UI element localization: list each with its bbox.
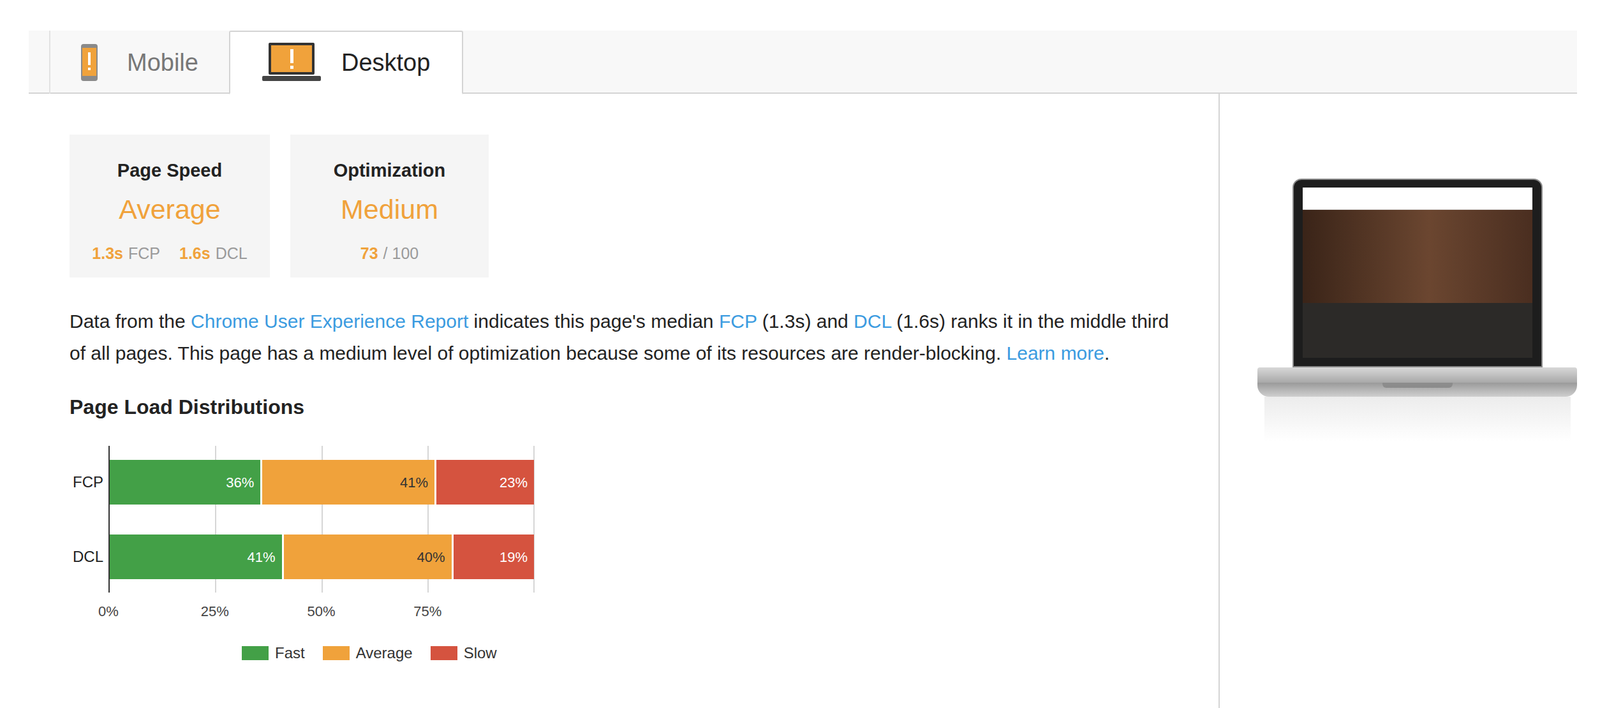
tab[interactable]: Mobile — [49, 30, 230, 94]
metric: 1.3sFCP — [91, 243, 161, 263]
metric-value: 1.6s — [179, 243, 211, 263]
summary-segment: (1.3s) and — [756, 310, 854, 332]
legend-swatch — [430, 646, 458, 661]
legend-label: Fast — [274, 644, 305, 663]
row-label: FCP — [72, 470, 104, 494]
bar-segment: 41% — [109, 534, 284, 580]
tab-label: Mobile — [126, 47, 199, 78]
phone-icon — [81, 44, 98, 82]
legend-item: Fast — [241, 644, 305, 663]
bar-segment: 19% — [453, 534, 534, 580]
metric-label: DCL — [215, 243, 248, 263]
summary-link[interactable]: DCL — [853, 310, 892, 332]
summary-segment: Data from the — [69, 310, 191, 332]
summary-segment: . — [1104, 342, 1110, 364]
summary-link[interactable]: FCP — [718, 310, 757, 332]
laptop-icon — [262, 42, 321, 83]
tab-bar: Mobile Desktop — [28, 30, 1578, 94]
segment-label: 36% — [225, 472, 254, 494]
legend-item: Slow — [430, 644, 497, 663]
segment-label: 41% — [247, 546, 276, 568]
card-title: Optimization — [333, 160, 446, 181]
bar-segment: 23% — [436, 459, 534, 505]
metric: 1.6sDCL — [179, 243, 248, 263]
page-thumbnail — [1302, 187, 1533, 358]
summary-link[interactable]: Learn more — [1006, 342, 1105, 364]
bar-segment: 40% — [283, 534, 454, 580]
summary-segment: indicates this page's median — [468, 310, 719, 332]
bar-segment: 41% — [262, 459, 437, 505]
legend-label: Average — [355, 644, 413, 663]
report-panel: Page SpeedAverage1.3sFCP1.6sDCLOptimizat… — [28, 93, 1220, 708]
legend-swatch — [241, 646, 269, 661]
legend-label: Slow — [463, 644, 497, 663]
row-label: DCL — [72, 545, 104, 569]
summary-link[interactable]: Chrome User Experience Report — [190, 310, 469, 332]
tick-label: 75% — [413, 602, 442, 621]
distribution-bar: 36% 41% 23% — [109, 459, 534, 505]
distribution-bar: 41% 40% 19% — [109, 534, 534, 580]
tick-label: 0% — [98, 602, 119, 621]
tab[interactable]: Desktop — [229, 30, 464, 95]
bar-segment: 36% — [109, 459, 263, 505]
segment-label: 40% — [417, 546, 446, 568]
card-rating: Average — [118, 193, 221, 226]
summary-text: Data from the Chrome User Experience Rep… — [69, 305, 1183, 370]
metric-label: FCP — [128, 243, 161, 263]
distribution-chart: FCP DCL 36% 41% 23% 41% 40% 19% 0% 25% 50% 75% Fa… — [69, 445, 1183, 663]
tick-label: 25% — [200, 602, 230, 621]
metric: 73/ 100 — [360, 243, 419, 263]
chart-title: Page Load Distributions — [69, 394, 1183, 420]
tab-label: Desktop — [341, 47, 430, 78]
laptop-preview — [1257, 178, 1578, 442]
segment-label: 41% — [400, 472, 429, 494]
metric-label: / 100 — [383, 243, 420, 263]
card-title: Page Speed — [117, 160, 223, 181]
card-rating: Medium — [340, 193, 439, 226]
segment-label: 23% — [499, 472, 528, 494]
score-card: Optimization Medium 73/ 100 — [290, 134, 489, 278]
tick-label: 50% — [306, 602, 335, 621]
segment-label: 19% — [499, 546, 528, 568]
score-card: Page Speed Average 1.3sFCP 1.6sDCL — [69, 134, 270, 278]
metric-value: 1.3s — [91, 243, 124, 263]
metric-value: 73 — [360, 243, 379, 263]
legend-swatch — [322, 646, 350, 661]
legend-item: Average — [322, 644, 413, 663]
